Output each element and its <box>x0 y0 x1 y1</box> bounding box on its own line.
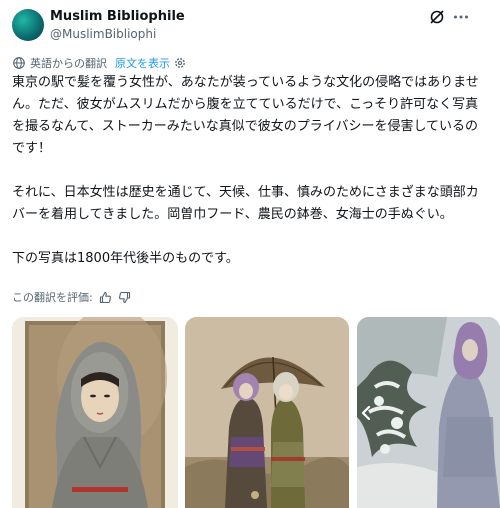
body-paragraph-1: 東京の駅で髪を覆う女性が、あなたが装っているような文化の侵略ではありません。ただ… <box>12 75 479 156</box>
rate-translation-row: この翻訳を評価: <box>12 289 131 305</box>
show-original-link[interactable]: 原文を表示 <box>115 55 170 71</box>
media-image-1[interactable] <box>12 317 178 508</box>
translation-label: 英語からの翻訳 <box>30 57 107 70</box>
media-image-2[interactable] <box>185 317 349 508</box>
author-handle[interactable]: @MuslimBibliophi <box>50 27 156 41</box>
post-header: Muslim Bibliophile @MuslimBibliophi <box>0 0 500 48</box>
chevron-left-icon <box>361 406 371 420</box>
author-name[interactable]: Muslim Bibliophile <box>50 9 185 24</box>
grok-icon[interactable] <box>428 8 446 26</box>
gear-icon[interactable] <box>174 57 186 69</box>
post-body: 東京の駅で髪を覆う女性が、あなたが装っているような文化の侵略ではありません。ただ… <box>12 72 488 270</box>
body-paragraph-2: それに、日本女性は歴史を通じて、天候、仕事、慎みのためにさまざまな頭部カバーを着… <box>12 185 479 222</box>
translation-row: 英語からの翻訳 原文を表示 <box>12 55 186 71</box>
rate-label: この翻訳を評価: <box>12 291 93 304</box>
translate-icon <box>13 57 25 69</box>
thumbs-down-icon[interactable] <box>118 291 131 304</box>
thumbs-up-icon[interactable] <box>99 291 112 304</box>
body-paragraph-3: 下の写真は1800年代後半のものです。 <box>12 251 239 266</box>
media-carousel <box>12 317 500 508</box>
carousel-prev-button[interactable] <box>357 402 375 424</box>
more-icon[interactable] <box>452 8 470 26</box>
media-image-3[interactable] <box>357 317 500 508</box>
avatar[interactable] <box>12 9 44 41</box>
